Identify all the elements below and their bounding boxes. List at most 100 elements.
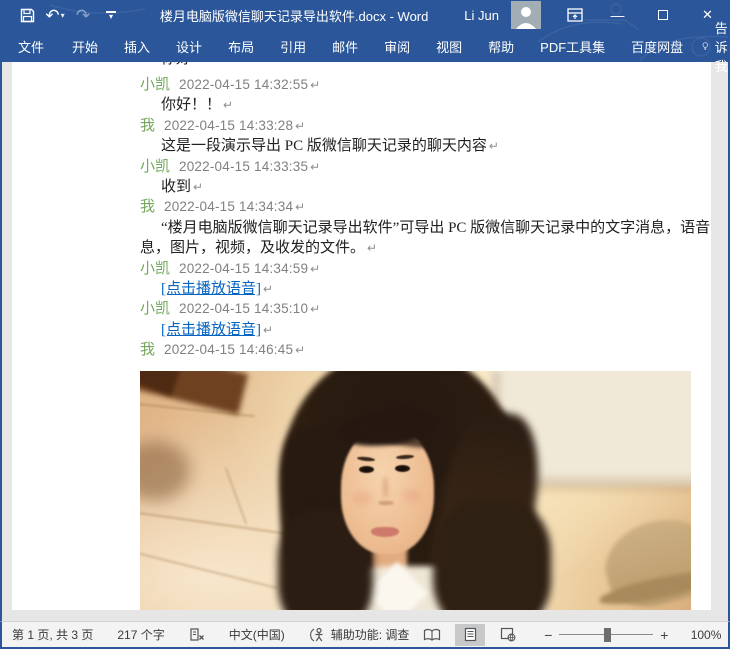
maximize-button[interactable] xyxy=(640,0,685,30)
chat-message-header: 小凯 2022-04-15 14:33:35↵ xyxy=(140,157,694,177)
proofing-error-icon xyxy=(189,627,205,642)
web-layout-button[interactable] xyxy=(493,624,523,646)
chat-voice-link-line: [点击播放语音]↵ xyxy=(140,320,694,340)
tab-文件[interactable]: 文件 xyxy=(3,30,59,62)
chat-timestamp: 2022-04-15 14:34:59 xyxy=(179,261,308,276)
tab-百度网盘[interactable]: 百度网盘 xyxy=(618,30,696,62)
chat-text-line: 这是一段演示导出 PC 版微信聊天记录的聊天内容↵ xyxy=(140,136,694,156)
tell-me-label: 告诉我 xyxy=(715,18,730,75)
page-indicator[interactable]: 第 1 页, 共 3 页 xyxy=(12,626,93,643)
chat-timestamp: 2022-04-15 14:46:45 xyxy=(164,342,293,357)
minimize-button[interactable]: — xyxy=(595,0,640,30)
ribbon-tabs: 文件开始插入设计布局引用邮件审阅视图帮助PDF工具集百度网盘 xyxy=(0,30,696,62)
chat-sender: 小凯 xyxy=(140,77,170,93)
zoom-control: − + xyxy=(541,627,671,643)
save-icon xyxy=(20,8,35,23)
tab-邮件[interactable]: 邮件 xyxy=(319,30,371,62)
ribbon-display-options-button[interactable] xyxy=(555,0,595,30)
chat-timestamp: 2022-04-15 14:35:10 xyxy=(179,301,308,316)
tab-PDF工具集[interactable]: PDF工具集 xyxy=(527,30,618,62)
title-bar: ↶ ▾ ↷ ▾ 楼月电脑版微信聊天记录导出软件.docx - Word Li J… xyxy=(0,0,730,30)
customize-quick-access-icon: ▾ xyxy=(100,11,122,19)
chat-text: 你好！！ xyxy=(161,97,221,113)
tell-me-button[interactable]: 告诉我 xyxy=(696,30,730,62)
chat-timestamp: 2022-04-15 14:32:55 xyxy=(179,77,308,92)
chat-sender: 我 xyxy=(140,118,155,134)
voice-play-link[interactable]: [点击播放语音] xyxy=(161,322,261,338)
paragraph-mark-icon: ↵ xyxy=(263,282,273,296)
tab-审阅[interactable]: 审阅 xyxy=(371,30,423,62)
chat-message-header: 小凯 2022-04-15 14:32:55↵ xyxy=(140,75,694,95)
zoom-slider[interactable] xyxy=(559,628,653,642)
chat-timestamp: 2022-04-15 14:33:28 xyxy=(164,118,293,133)
chat-voice-link-line: [点击播放语音]↵ xyxy=(140,279,694,299)
maximize-icon xyxy=(658,10,668,20)
person-silhouette-icon xyxy=(511,3,541,29)
chat-image[interactable] xyxy=(140,371,691,610)
chat-message-header: 小凯2022-04-15 14:34:59↵ xyxy=(140,259,694,279)
user-name[interactable]: Li Jun xyxy=(464,8,499,23)
tab-设计[interactable]: 设计 xyxy=(163,30,215,62)
chat-text-line: 你好！！↵ xyxy=(140,95,694,115)
print-layout-button[interactable] xyxy=(455,624,485,646)
tab-开始[interactable]: 开始 xyxy=(59,30,111,62)
chat-timestamp: 2022-04-15 14:33:35 xyxy=(179,159,308,174)
chat-transcript: 你好 小凯2022-04-15 14:32:55↵你好！！↵我2022-04-1… xyxy=(140,62,694,610)
chat-text: 这是一段演示导出 PC 版微信聊天记录的聊天内容 xyxy=(161,138,487,154)
paragraph-mark-icon: ↵ xyxy=(310,160,320,174)
paragraph-mark-icon: ↵ xyxy=(223,98,233,112)
save-button[interactable] xyxy=(14,3,40,27)
redo-icon: ↷ xyxy=(76,7,90,24)
lightbulb-icon xyxy=(702,38,709,54)
status-bar: 第 1 页, 共 3 页 217 个字 中文(中国) 辅助功能: 调查 xyxy=(0,621,730,649)
paragraph-mark-icon: ↵ xyxy=(310,262,320,276)
undo-dropdown-icon[interactable]: ▾ xyxy=(61,11,65,20)
ribbon-display-options-icon xyxy=(567,8,583,22)
chat-message-header: 我 2022-04-15 14:33:28↵ xyxy=(140,116,694,136)
tab-布局[interactable]: 布局 xyxy=(215,30,267,62)
redo-button[interactable]: ↷ xyxy=(70,3,96,27)
minimize-icon: — xyxy=(611,13,625,17)
customize-quick-access-button[interactable]: ▾ xyxy=(98,3,124,27)
paragraph-mark-icon: ↵ xyxy=(295,200,305,214)
paragraph-mark-icon: ↵ xyxy=(295,119,305,133)
close-icon: ✕ xyxy=(702,7,713,23)
read-mode-icon xyxy=(423,628,441,642)
tab-帮助[interactable]: 帮助 xyxy=(475,30,527,62)
chat-text-line: 息，图片，视频，及收发的文件。↵ xyxy=(140,238,694,258)
zoom-level[interactable]: 100% xyxy=(683,628,721,642)
chat-message-header: 我2022-04-15 14:46:45↵ xyxy=(140,340,694,360)
chat-text-line: “楼月电脑版微信聊天记录导出软件”可导出 PC 版微信聊天记录中的文字消息，语音… xyxy=(140,218,694,238)
tab-引用[interactable]: 引用 xyxy=(267,30,319,62)
titlebar-right: Li Jun — ✕ xyxy=(464,0,730,30)
paragraph-mark-icon: ↵ xyxy=(489,139,499,153)
chat-sender: 小凯 xyxy=(140,159,170,175)
paragraph-mark-icon: ↵ xyxy=(310,78,320,92)
word-window: ↶ ▾ ↷ ▾ 楼月电脑版微信聊天记录导出软件.docx - Word Li J… xyxy=(0,0,730,649)
word-count[interactable]: 217 个字 xyxy=(117,626,164,643)
paragraph-mark-icon: ↵ xyxy=(193,180,203,194)
chat-text: “楼月电脑版微信聊天记录导出软件”可导出 PC 版微信聊天记录中的文字消息，语音… xyxy=(161,220,711,236)
accessibility-person-icon xyxy=(309,627,326,643)
proofing-status[interactable] xyxy=(189,627,205,642)
paragraph-mark-icon: ↵ xyxy=(295,343,305,357)
language-indicator[interactable]: 中文(中国) xyxy=(229,626,285,643)
ribbon-tabbar-right: 告诉我 共享 xyxy=(696,30,730,62)
paragraph-mark-icon: ↵ xyxy=(367,241,377,255)
clipped-text-line: 你好 xyxy=(140,62,694,75)
zoom-in-button[interactable]: + xyxy=(657,627,671,643)
chat-sender: 小凯 xyxy=(140,301,170,317)
user-avatar[interactable] xyxy=(511,1,541,29)
zoom-slider-thumb[interactable] xyxy=(604,628,611,642)
chat-message-header: 我2022-04-15 14:34:34↵ xyxy=(140,197,694,217)
zoom-out-button[interactable]: − xyxy=(541,627,555,643)
chat-timestamp: 2022-04-15 14:34:34 xyxy=(164,199,293,214)
document-page[interactable]: 你好 小凯2022-04-15 14:32:55↵你好！！↵我2022-04-1… xyxy=(12,62,711,610)
voice-play-link[interactable]: [点击播放语音] xyxy=(161,281,261,297)
accessibility-status[interactable]: 辅助功能: 调查 xyxy=(309,626,410,643)
tab-视图[interactable]: 视图 xyxy=(423,30,475,62)
undo-button[interactable]: ↶ ▾ xyxy=(42,3,68,27)
tab-插入[interactable]: 插入 xyxy=(111,30,163,62)
read-mode-button[interactable] xyxy=(417,624,447,646)
document-area[interactable]: 你好 小凯2022-04-15 14:32:55↵你好！！↵我2022-04-1… xyxy=(0,62,730,621)
